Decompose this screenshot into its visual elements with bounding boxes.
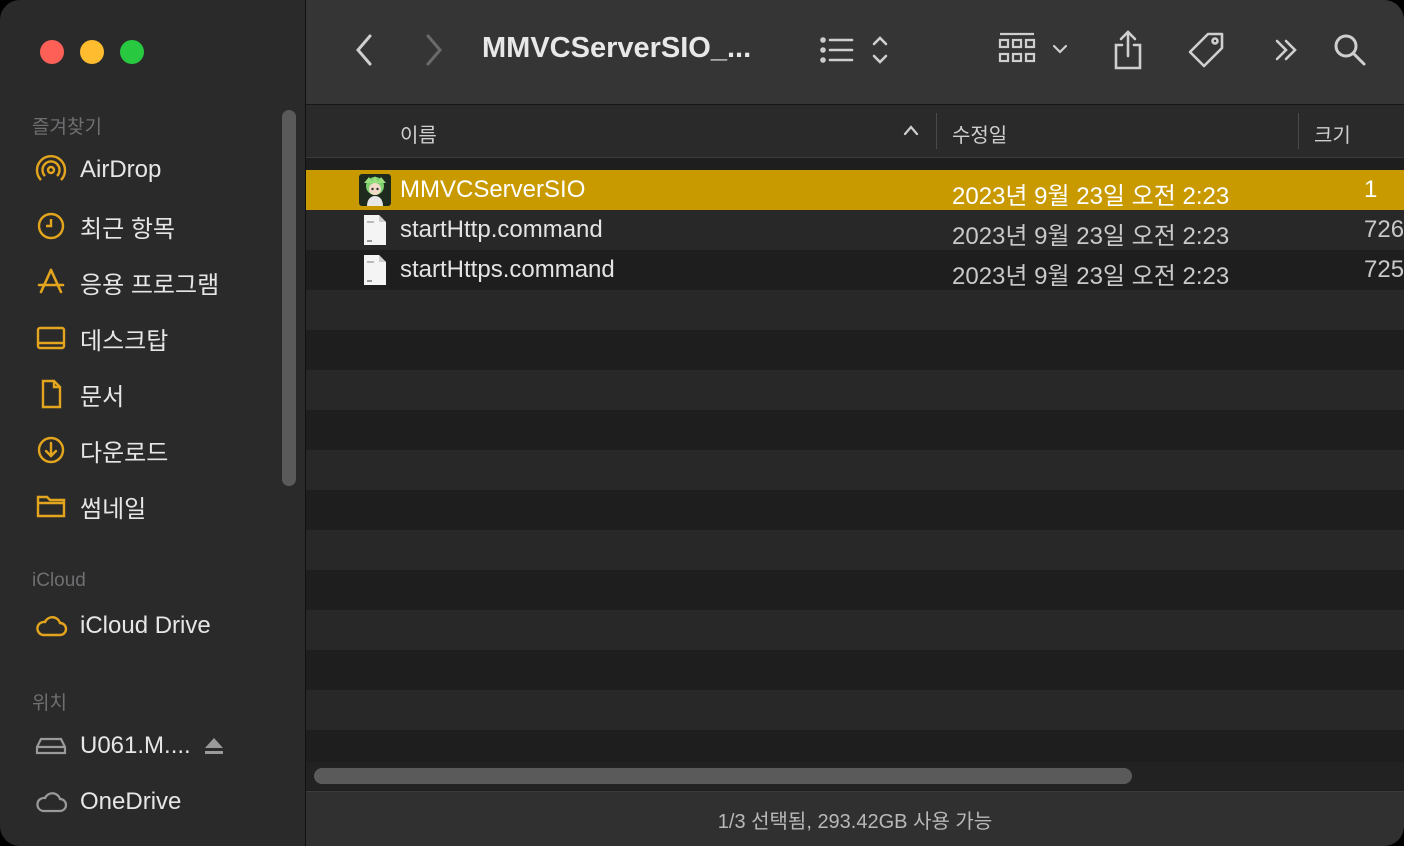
sidebar-item-label: OneDrive xyxy=(80,788,182,815)
sort-ascending-icon[interactable] xyxy=(902,123,920,142)
sidebar-scrollbar[interactable] xyxy=(282,110,296,486)
file-size: 726 xyxy=(1364,216,1404,243)
favorites-section-title: 즐겨찾기 xyxy=(32,117,102,138)
minimize-window-button[interactable] xyxy=(80,40,104,64)
row-stripe xyxy=(306,450,1404,490)
file-name: MMVCServerSIO xyxy=(400,176,586,203)
list-view-icon xyxy=(818,34,890,71)
group-button[interactable] xyxy=(998,28,1072,76)
horizontal-scrollbar[interactable] xyxy=(306,762,1404,790)
locations-section-title: 위치 xyxy=(32,693,67,714)
file-list: MMVCServerSIO 2023년 9월 23일 오전 2:23 1 sta… xyxy=(306,158,1404,770)
sidebar-item-label: AirDrop xyxy=(80,156,162,183)
toolbar: MMVCServerSIO_... xyxy=(306,0,1404,105)
file-modified: 2023년 9월 23일 오전 2:23 xyxy=(952,263,1230,290)
file-row-starthttp[interactable]: startHttp.command 2023년 9월 23일 오전 2:23 7… xyxy=(306,210,1404,250)
sidebar-item-label: 데스크탑 xyxy=(80,327,169,355)
row-stripe xyxy=(306,690,1404,730)
sidebar: 즐겨찾기 AirDrop 최근 항목 응용 프로그램 데스크탑 문서 다운로드 … xyxy=(0,0,306,846)
horizontal-scrollbar-thumb[interactable] xyxy=(314,768,1132,784)
sidebar-item-documents[interactable]: 문서 xyxy=(34,376,124,412)
drive-icon xyxy=(34,729,68,763)
file-modified: 2023년 9월 23일 오전 2:23 xyxy=(952,223,1230,250)
row-stripe xyxy=(306,330,1404,370)
sidebar-item-onedrive[interactable]: OneDrive xyxy=(34,784,181,820)
file-icon xyxy=(358,253,392,287)
back-button[interactable] xyxy=(346,28,382,76)
more-toolbar-button[interactable] xyxy=(1270,28,1302,76)
column-header-name[interactable]: 이름 xyxy=(400,119,437,148)
icloud-section-title: iCloud xyxy=(32,570,86,591)
view-options-button[interactable] xyxy=(818,28,890,76)
file-name: startHttp.command xyxy=(400,216,603,243)
column-separator[interactable] xyxy=(1298,113,1299,149)
file-size: 1 xyxy=(1364,176,1378,203)
sidebar-item-applications[interactable]: 응용 프로그램 xyxy=(34,264,219,300)
status-bar: 1/3 선택됨, 293.42GB 사용 가능 xyxy=(306,791,1404,846)
double-chevron-right-icon xyxy=(1272,36,1300,69)
file-size: 725 xyxy=(1364,256,1404,283)
zoom-window-button[interactable] xyxy=(120,40,144,64)
column-header: 이름 수정일 크기 xyxy=(306,105,1404,158)
row-stripe xyxy=(306,490,1404,530)
chevron-left-icon xyxy=(353,32,375,73)
sidebar-item-label: 썸네일 xyxy=(80,495,147,523)
search-button[interactable] xyxy=(1330,28,1370,76)
file-modified: 2023년 9월 23일 오전 2:23 xyxy=(952,183,1230,210)
file-icon xyxy=(358,213,392,247)
sidebar-item-airdrop[interactable]: AirDrop xyxy=(34,152,161,188)
clock-icon xyxy=(34,209,68,243)
sidebar-item-thumbnails[interactable]: 썸네일 xyxy=(34,488,146,524)
document-icon xyxy=(34,377,68,411)
file-row-mmvcserversio[interactable]: MMVCServerSIO 2023년 9월 23일 오전 2:23 1 xyxy=(306,170,1404,210)
eject-icon[interactable] xyxy=(203,736,225,756)
sidebar-item-icloud-drive[interactable]: iCloud Drive xyxy=(34,608,211,644)
column-separator[interactable] xyxy=(936,113,937,149)
sidebar-item-label: iCloud Drive xyxy=(80,612,211,639)
row-stripe xyxy=(306,290,1404,330)
column-header-modified[interactable]: 수정일 xyxy=(952,119,1007,148)
search-icon xyxy=(1332,32,1368,73)
sidebar-item-label: 문서 xyxy=(80,383,125,411)
file-row-starthttps[interactable]: startHttps.command 2023년 9월 23일 오전 2:23 … xyxy=(306,250,1404,290)
sidebar-item-label: 다운로드 xyxy=(80,439,169,467)
file-name: startHttps.command xyxy=(400,256,615,283)
sidebar-item-label: 응용 프로그램 xyxy=(80,271,220,299)
column-header-size[interactable]: 크기 xyxy=(1314,119,1351,148)
tag-button[interactable] xyxy=(1186,28,1226,76)
row-stripe xyxy=(306,610,1404,650)
sidebar-item-label: U061.M.... xyxy=(80,732,191,759)
share-icon xyxy=(1112,29,1144,76)
folder-icon xyxy=(34,489,68,523)
chevron-right-icon xyxy=(423,32,445,73)
window-controls xyxy=(40,40,144,64)
tag-icon xyxy=(1186,30,1226,75)
sidebar-item-downloads[interactable]: 다운로드 xyxy=(34,432,168,468)
grid-group-icon xyxy=(998,30,1072,75)
window-title: MMVCServerSIO_... xyxy=(482,32,752,64)
share-button[interactable] xyxy=(1110,28,1146,76)
forward-button[interactable] xyxy=(416,28,452,76)
desktop-icon xyxy=(34,321,68,355)
sidebar-item-drive[interactable]: U061.M.... xyxy=(34,728,225,764)
row-stripe xyxy=(306,370,1404,410)
applications-icon xyxy=(34,265,68,299)
sidebar-item-label: 최근 항목 xyxy=(80,215,175,243)
status-text: 1/3 선택됨, 293.42GB 사용 가능 xyxy=(717,811,993,833)
download-icon xyxy=(34,433,68,467)
cloud-icon xyxy=(34,609,68,643)
finder-window: 즐겨찾기 AirDrop 최근 항목 응용 프로그램 데스크탑 문서 다운로드 … xyxy=(0,0,1404,846)
close-window-button[interactable] xyxy=(40,40,64,64)
app-icon xyxy=(358,173,392,207)
sidebar-item-desktop[interactable]: 데스크탑 xyxy=(34,320,168,356)
row-stripe xyxy=(306,530,1404,570)
airdrop-icon xyxy=(34,153,68,187)
sidebar-item-recents[interactable]: 최근 항목 xyxy=(34,208,175,244)
row-stripe xyxy=(306,570,1404,610)
row-stripe xyxy=(306,650,1404,690)
cloud-icon xyxy=(34,785,68,819)
row-stripe xyxy=(306,410,1404,450)
